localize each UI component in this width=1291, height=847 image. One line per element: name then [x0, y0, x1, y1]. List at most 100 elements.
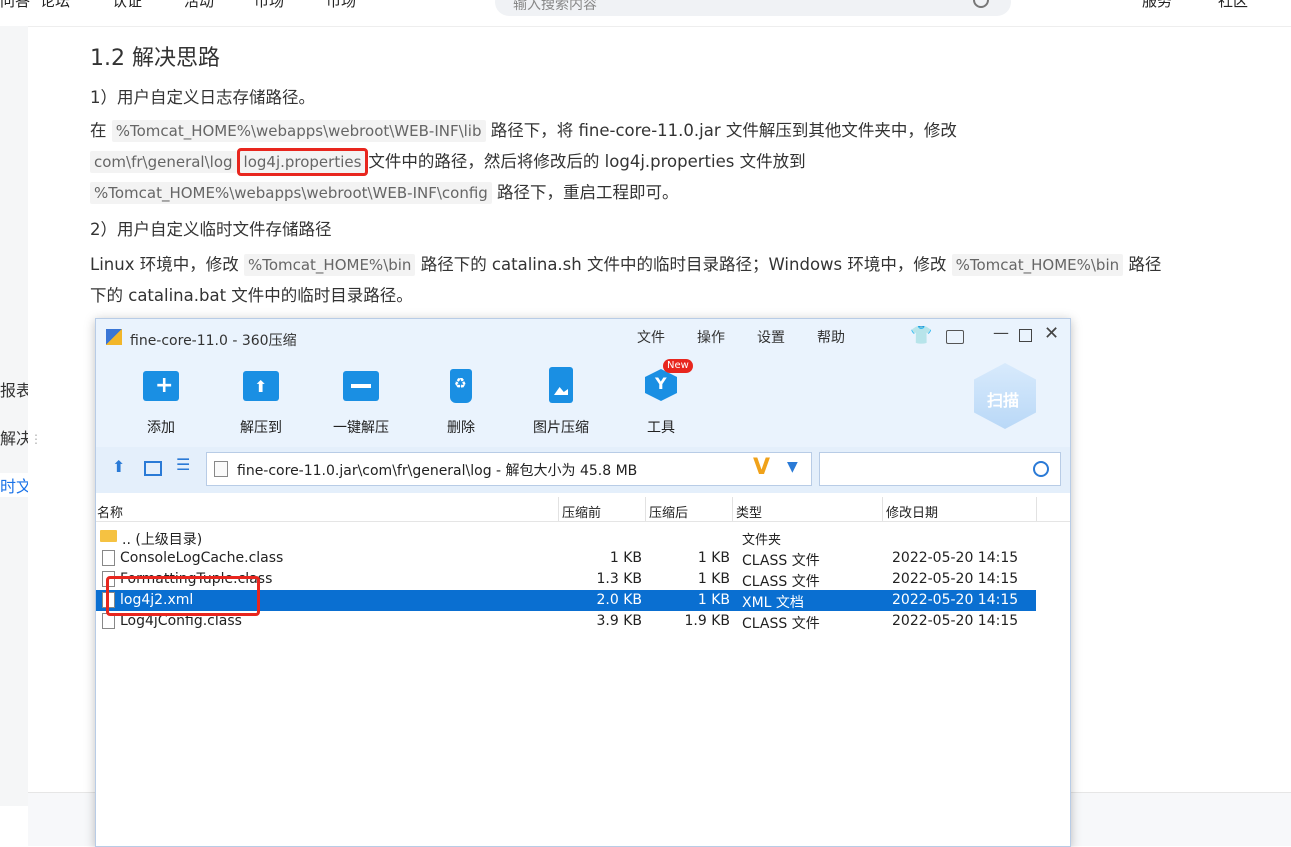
- nav-item-2[interactable]: 认证: [112, 0, 142, 11]
- file-icon: [102, 550, 115, 566]
- column-divider[interactable]: [645, 497, 646, 521]
- file-size-before: 3.9 KB: [596, 613, 643, 629]
- column-divider[interactable]: [558, 497, 559, 521]
- inline-code: com\fr\general\log: [90, 151, 237, 173]
- dropdown-arrow-icon[interactable]: ▼: [787, 459, 798, 475]
- column-size-before[interactable]: 压缩前: [562, 502, 601, 521]
- sidebar-item-1[interactable]: 解决: [0, 425, 28, 449]
- delete-icon: ♻: [441, 367, 481, 407]
- file-row-parent[interactable]: .. (上级目录) 文件夹: [96, 527, 1036, 548]
- file-size-before: 2.0 KB: [596, 592, 643, 608]
- scan-label: 扫描: [987, 391, 1020, 410]
- inline-code: %Tomcat_HOME%\webapps\webroot\WEB-INF\co…: [90, 182, 492, 204]
- file-size-before: 1.3 KB: [596, 571, 643, 587]
- maximize-icon[interactable]: [1019, 329, 1032, 342]
- file-name: ConsoleLogCache.class: [120, 550, 284, 566]
- top-navigation-bar: 问答 论坛 认证 活动 市场 市场 输入搜索内容 服务 社区: [0, 0, 1291, 27]
- nav-item-1[interactable]: 论坛: [40, 0, 70, 11]
- file-list-header: 名称 压缩前 压缩后 类型 修改日期: [96, 497, 1070, 522]
- nav-item-community[interactable]: 社区: [1218, 0, 1248, 11]
- nav-item-4[interactable]: 市场: [254, 0, 284, 11]
- nav-item-0[interactable]: 问答: [0, 0, 30, 11]
- feedback-icon[interactable]: [946, 330, 964, 344]
- highlighted-code: log4j.properties: [236, 148, 369, 176]
- file-size-after: 1.9 KB: [684, 613, 731, 629]
- add-button[interactable]: + 添加: [123, 367, 199, 437]
- file-type: CLASS 文件: [742, 616, 820, 632]
- text: 路径下的 catalina.sh 文件中的临时目录路径；Windows 环境中，…: [420, 255, 947, 274]
- nav-item-3[interactable]: 活动: [184, 0, 214, 11]
- column-divider[interactable]: [882, 497, 883, 521]
- text: 文件中的路径，然后将修改后的 log4j.properties 文件放到: [368, 152, 806, 171]
- search-icon[interactable]: [973, 0, 989, 8]
- tools-button[interactable]: Y 工具: [623, 367, 699, 437]
- address-path: fine-core-11.0.jar\com\fr\general\log - …: [237, 463, 638, 479]
- step1-title: 1）用户自定义日志存储路径。: [90, 88, 315, 107]
- image-compress-button[interactable]: 图片压缩: [523, 367, 599, 437]
- archive-search-input[interactable]: [819, 452, 1061, 486]
- file-size-after: 1 KB: [697, 592, 730, 608]
- address-bar[interactable]: fine-core-11.0.jar\com\fr\general\log - …: [206, 452, 812, 486]
- archive-file-icon: [214, 461, 228, 477]
- menu-help[interactable]: 帮助: [817, 327, 845, 347]
- file-size-after: 1 KB: [697, 550, 730, 566]
- menu-operate[interactable]: 操作: [697, 327, 725, 347]
- column-divider[interactable]: [1036, 497, 1037, 521]
- inline-code: %Tomcat_HOME%\bin: [951, 254, 1124, 276]
- file-type: 文件夹: [742, 533, 782, 548]
- skin-icon[interactable]: 👕: [910, 325, 932, 346]
- image-compress-label: 图片压缩: [533, 420, 589, 436]
- delete-label: 删除: [447, 420, 475, 436]
- inline-code: %Tomcat_HOME%\webapps\webroot\WEB-INF\li…: [111, 120, 486, 142]
- minimize-icon[interactable]: —: [993, 323, 1009, 342]
- drag-handle-icon[interactable]: ⋮: [30, 432, 42, 446]
- add-label: 添加: [147, 420, 175, 436]
- file-type: CLASS 文件: [742, 574, 820, 590]
- one-click-extract-label: 一键解压: [333, 420, 389, 436]
- text: 路径下，重启工程即可。: [497, 183, 679, 202]
- delete-button[interactable]: ♻ 删除: [423, 367, 499, 437]
- column-divider[interactable]: [732, 497, 733, 521]
- search-icon[interactable]: [1033, 461, 1049, 477]
- search-placeholder: 输入搜索内容: [513, 0, 597, 13]
- list-view-icon[interactable]: ☰: [176, 455, 190, 474]
- column-size-after[interactable]: 压缩后: [649, 502, 688, 521]
- column-name[interactable]: 名称: [97, 502, 123, 521]
- up-level-icon[interactable]: ⬆: [112, 457, 125, 476]
- text: Linux 环境中，修改: [90, 255, 239, 274]
- file-date: 2022-05-20 14:15: [892, 613, 1019, 629]
- menu-settings[interactable]: 设置: [757, 327, 785, 347]
- extract-to-button[interactable]: ⬆ 解压到: [223, 367, 299, 437]
- step2-line1: Linux 环境中，修改 %Tomcat_HOME%\bin 路径下的 cata…: [90, 254, 1161, 276]
- menu-file[interactable]: 文件: [637, 327, 665, 347]
- left-sidebar: [0, 26, 28, 806]
- column-date[interactable]: 修改日期: [886, 502, 938, 521]
- site-search-input[interactable]: 输入搜索内容: [495, 0, 1011, 16]
- inline-code: %Tomcat_HOME%\bin: [243, 254, 416, 276]
- v-logo-icon[interactable]: V: [753, 455, 770, 480]
- window-titlebar: fine-core-11.0 - 360压缩 文件 操作 设置 帮助 👕 — ✕: [96, 319, 1070, 355]
- text: 路径下，将 fine-core-11.0.jar 文件解压到其他文件夹中，修改: [490, 121, 957, 140]
- new-badge: New: [663, 359, 693, 373]
- one-click-extract-icon: [341, 367, 381, 407]
- file-row[interactable]: ConsoleLogCache.class 1 KB 1 KB CLASS 文件…: [96, 548, 1036, 569]
- folder-icon: [100, 530, 117, 542]
- window-title: fine-core-11.0 - 360压缩: [130, 333, 297, 349]
- file-size-after: 1 KB: [697, 571, 730, 587]
- file-size-before: 1 KB: [609, 550, 642, 566]
- sidebar-item-2[interactable]: 时文: [0, 473, 28, 497]
- highlight-annotation: [106, 576, 260, 616]
- tools-label: 工具: [647, 420, 675, 436]
- thumbnail-view-icon[interactable]: [144, 461, 162, 476]
- column-type[interactable]: 类型: [736, 502, 762, 521]
- sidebar-item-0[interactable]: 报表E: [0, 377, 28, 401]
- step1-line2: com\fr\general\log log4j.properties 文件中的路径…: [90, 148, 806, 176]
- nav-item-service[interactable]: 服务: [1142, 0, 1172, 11]
- app-icon: [106, 329, 122, 345]
- nav-item-5[interactable]: 市场: [326, 0, 356, 11]
- scan-button[interactable]: 扫描: [974, 363, 1036, 429]
- step2-title: 2）用户自定义临时文件存储路径: [90, 220, 332, 239]
- one-click-extract-button[interactable]: 一键解压: [323, 367, 399, 437]
- close-icon[interactable]: ✕: [1044, 323, 1059, 344]
- image-compress-icon: [541, 367, 581, 407]
